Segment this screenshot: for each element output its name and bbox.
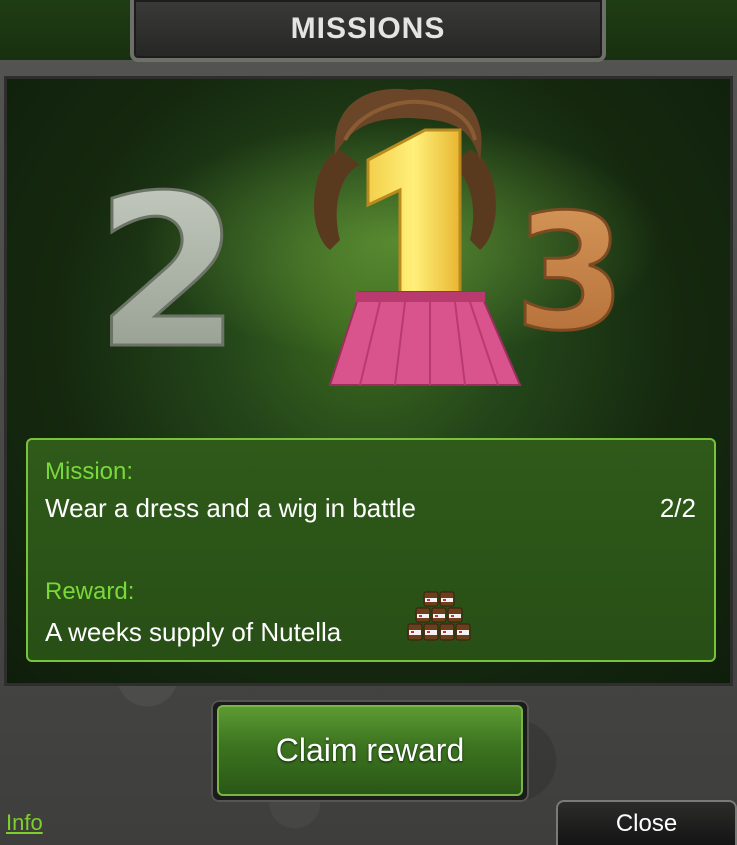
mission-progress: 2/2 [659,493,696,523]
podium-illustration: 2 3 [93,88,660,397]
mission-description: Wear a dress and a wig in battle [45,493,416,523]
nutella-jars-icon [407,591,471,641]
info-link[interactable]: Info [6,810,43,836]
claim-reward-label: Claim reward [275,732,465,768]
svg-text:3: 3 [514,179,625,366]
claim-reward-button[interactable]: Claim reward [217,705,523,796]
svg-text:2: 2 [95,150,241,395]
third-place-number: 3 [513,178,627,368]
second-place-number: 2 [93,149,242,397]
close-button[interactable]: Close [556,800,737,845]
mission-label: Mission: [45,458,134,485]
reward-description: A weeks supply of Nutella [45,617,342,647]
close-label: Close [615,809,678,837]
reward-label: Reward: [45,578,135,605]
mission-info-box: Mission: Wear a dress and a wig in battl… [26,438,716,662]
